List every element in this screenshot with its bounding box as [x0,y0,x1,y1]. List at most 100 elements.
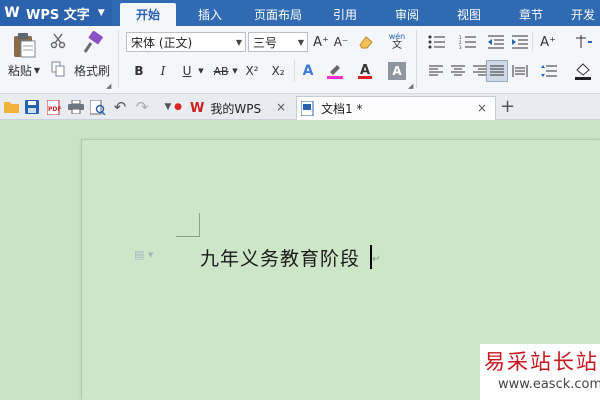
paste-label: 粘贴 [7,63,32,78]
document-text[interactable]: 九年义务教育阶段 [200,244,360,271]
print-preview-icon [90,99,106,115]
group-separator [118,30,119,88]
tab-section[interactable]: 章节 [508,3,554,26]
format-painter-button[interactable] [80,30,106,56]
watermark: 易采站长站 www.easck.com [480,344,600,400]
font-family-value: 宋体 (正文) [131,35,193,50]
open-file-button[interactable] [4,99,20,115]
close-icon[interactable]: × [276,100,286,114]
document-icon [301,101,314,116]
svg-text:PDF: PDF [48,106,61,113]
notification-dot-icon: ● [174,102,182,112]
shrink-font-icon: A⁻ [333,35,349,49]
tab-review[interactable]: 审阅 [384,3,430,26]
character-shading-button[interactable]: A [388,62,406,80]
chevron-down-icon[interactable]: ▼ [196,64,206,78]
tab-page-layout[interactable]: 页面布局 [244,3,312,26]
numbering-button[interactable]: 1 2 3 [454,32,482,52]
chevron-down-icon: ▼ [97,8,105,18]
line-spacing-button[interactable] [536,62,562,80]
font-launcher-icon[interactable]: ◢ [408,82,413,90]
doc-tab-label: 我的WPS [210,101,262,116]
chinese-layout-icon [576,35,592,48]
doc-tab-my-wps[interactable]: W 我的WPS × [186,96,294,120]
justify-button[interactable] [486,60,508,82]
tab-insert[interactable]: 插入 [184,3,236,26]
font-color-button[interactable]: A [354,60,376,82]
chinese-layout-button[interactable] [568,32,598,52]
undo-button[interactable]: ↶ [112,98,128,116]
clipboard-icon [14,33,36,58]
paragraph-handle-icon[interactable]: ▤ ▾ [134,248,153,261]
font-size-select[interactable]: 三号 ▼ [248,32,308,52]
pinyin-guide-button[interactable]: wén 文 [384,30,410,52]
decrease-indent-button[interactable] [486,32,506,52]
underline-button[interactable]: U [178,62,196,80]
copy-button[interactable] [48,60,68,78]
font-family-select[interactable]: 宋体 (正文) ▼ [126,32,246,52]
paste-button[interactable] [4,30,44,60]
pdf-icon: PDF [47,99,61,115]
eraser-icon [359,36,373,49]
chevron-down-icon[interactable]: ▼ [230,64,240,78]
tab-references[interactable]: 引用 [322,3,368,26]
redo-button[interactable]: ↷ [134,98,150,116]
grow-font-icon: A⁺ [313,34,329,50]
bullets-button[interactable] [424,32,450,52]
chevron-down-icon: ▼ [33,65,41,75]
tab-home[interactable]: 开始 [120,3,176,26]
redo-icon: ↷ [135,98,149,116]
bold-button[interactable]: B [130,62,148,80]
clear-format-button[interactable] [356,32,376,52]
svg-text:A: A [360,63,370,78]
italic-button[interactable]: I [154,62,172,80]
paragraph-mark-icon: ↵ [372,254,381,265]
ribbon-home-panel: 粘贴 ▼ 格式刷 ◢ 宋体 (正文) ▼ 三号 ▼ A⁺ A⁻ wén 文 B … [0,26,600,94]
cut-button[interactable] [48,32,68,50]
group-separator [416,30,417,88]
new-tab-button[interactable]: + [500,96,515,117]
save-button[interactable] [24,99,40,115]
font-size-value: 三号 [253,35,278,50]
font-color-icon: A [358,63,372,79]
scissors-icon [50,33,66,49]
tab-view[interactable]: 视图 [446,3,492,26]
indent-icon [512,35,528,49]
app-menu-button[interactable]: W WPS 文字 ▼ [0,0,112,26]
copy-icon [51,61,65,77]
plus-icon: + [500,96,516,117]
shading-fill-button[interactable] [568,60,598,82]
print-button[interactable] [68,99,84,115]
superscript-button[interactable]: X² [242,62,262,80]
distributed-button[interactable] [510,62,530,80]
align-center-button[interactable] [448,62,468,80]
paint-brush-icon [83,31,103,53]
justify-icon [490,65,504,76]
increase-indent-button[interactable] [510,32,530,52]
grow-font-button[interactable]: A⁺ [312,32,330,52]
watermark-url: www.easck.com [498,377,600,392]
numbered-list-icon: 1 2 3 [459,35,476,49]
change-case-button[interactable]: A⁺ [534,32,562,52]
print-preview-button[interactable] [90,99,106,115]
paste-dropdown[interactable]: 粘贴 ▼ [4,62,44,78]
doc-tab-document1[interactable]: 文档1 * × [296,96,496,120]
margin-corner-mark [176,213,200,237]
group-separator [294,60,295,82]
tab-developer[interactable]: 开发 [566,3,600,26]
highlight-button[interactable] [324,60,346,82]
text-effect-button[interactable]: A [298,62,318,80]
strikethrough-button[interactable]: AB [210,62,232,80]
align-center-icon [451,65,465,76]
distribute-icon [512,65,528,77]
line-spacing-icon [541,65,557,77]
folder-open-icon [4,102,19,113]
clipboard-launcher-icon[interactable]: ◢ [106,82,111,90]
shrink-font-button[interactable]: A⁻ [332,32,350,52]
close-icon[interactable]: × [477,101,487,115]
outdent-icon [488,35,504,49]
export-pdf-button[interactable]: PDF [46,99,62,115]
paint-bucket-icon [575,63,591,80]
align-left-button[interactable] [426,62,446,80]
subscript-button[interactable]: X₂ [268,62,288,80]
